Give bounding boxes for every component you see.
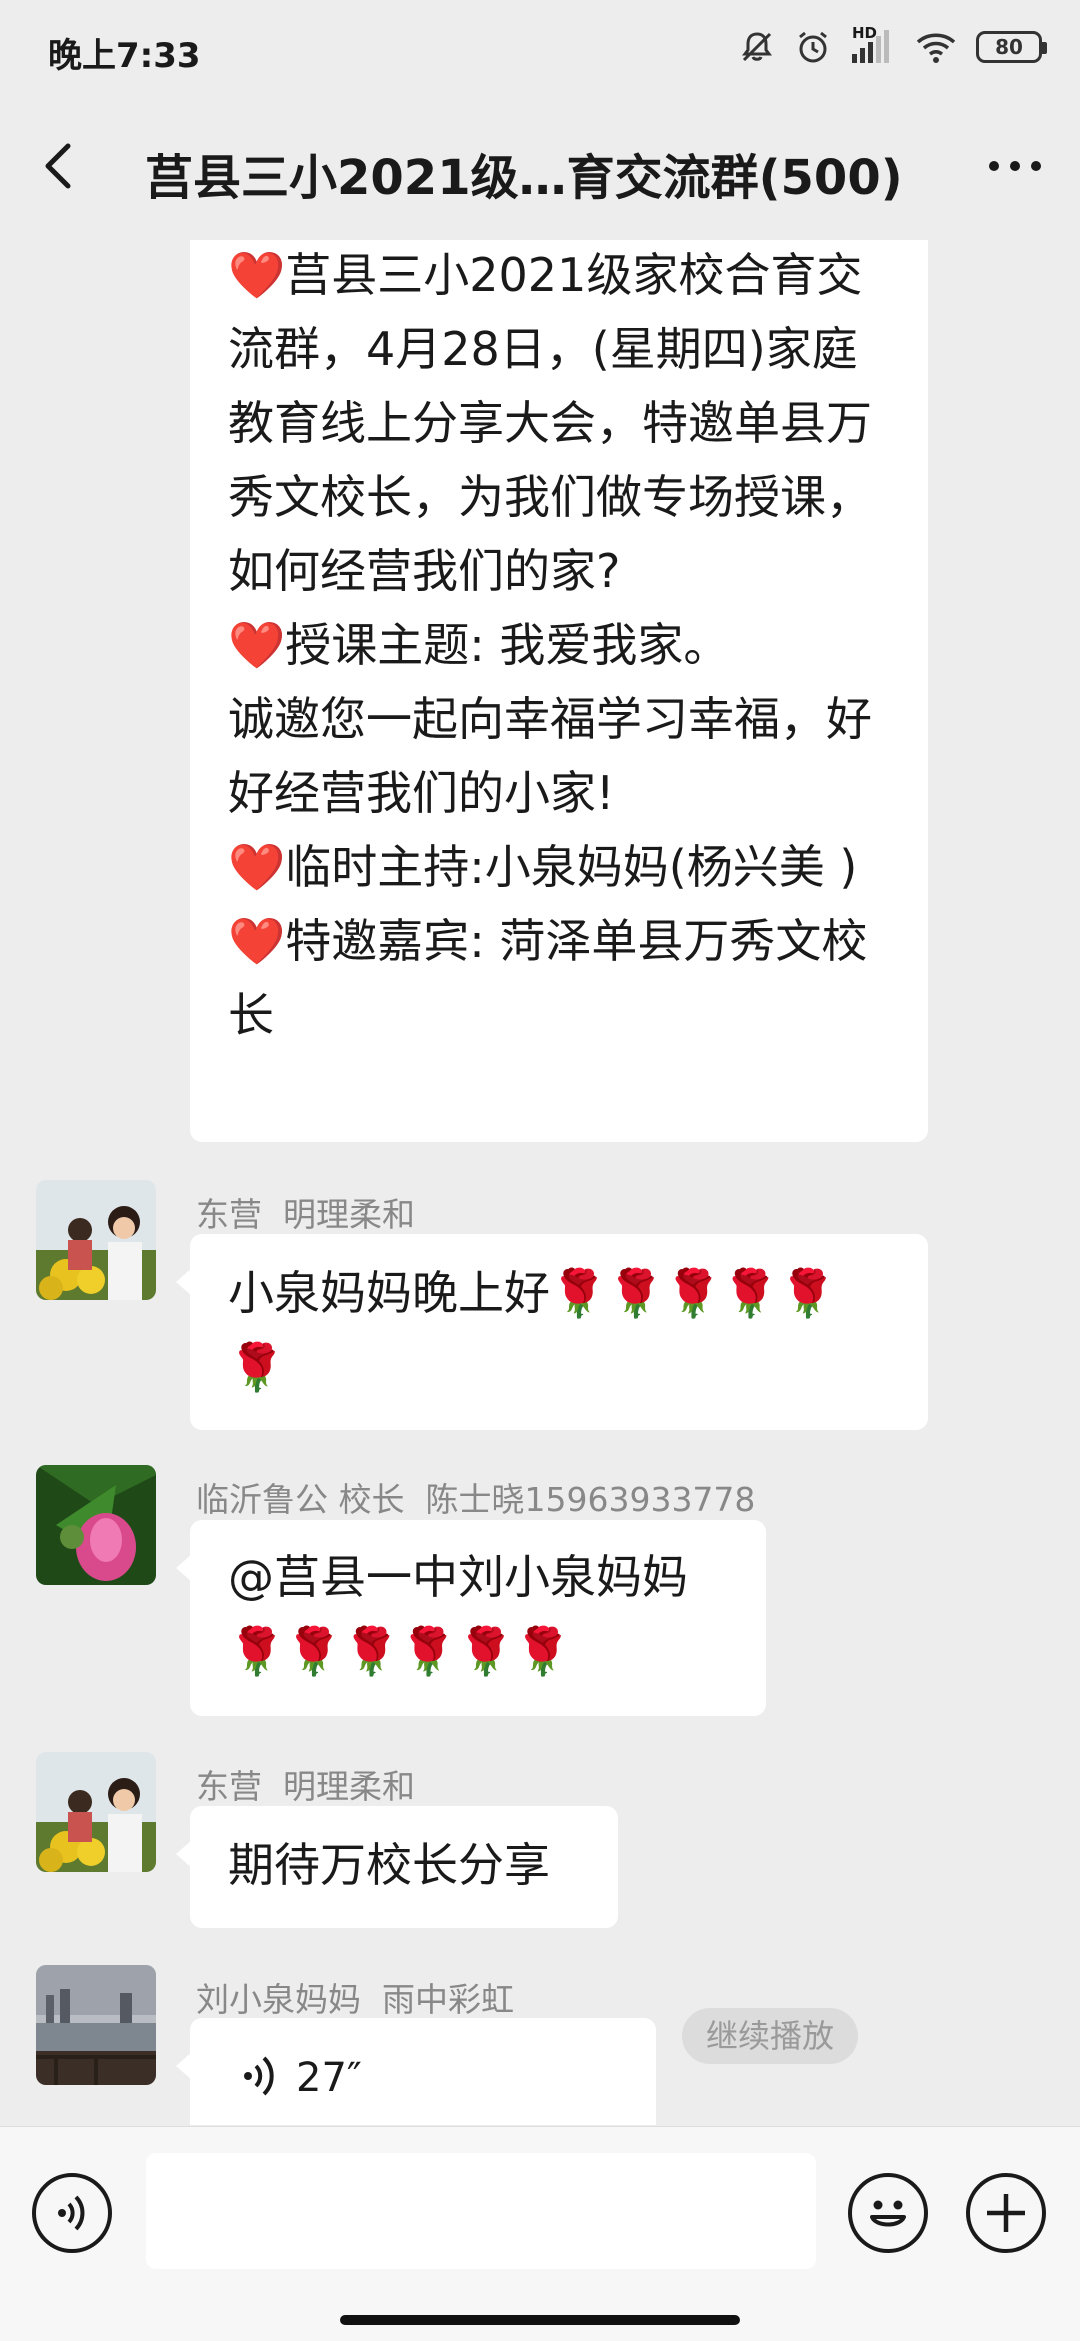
voice-message-bubble[interactable]: 27″ (176, 2018, 656, 2125)
mute-icon (738, 28, 776, 66)
message-bubble[interactable]: 小泉妈妈晚上好🌹🌹🌹🌹🌹🌹 (176, 1234, 928, 1430)
signal-icon: HD (850, 24, 896, 66)
emoji-icon[interactable] (848, 2173, 928, 2253)
message-text: 期待万校长分享 (228, 1838, 550, 1892)
continue-playback-button[interactable]: 继续播放 (682, 2008, 859, 2064)
battery-icon: 80 (976, 31, 1047, 63)
message-bubble[interactable]: 期待万校长分享 (176, 1806, 618, 1928)
plus-icon[interactable] (966, 2173, 1046, 2253)
status-time: 晚上7:33 (48, 36, 201, 76)
status-icons: HD 80 (738, 24, 1047, 66)
message-bubble-announcement[interactable]: ❤️莒县三小2021级家校合育交流群，4月28日，(星期四)家庭教育线上分享大会… (190, 240, 928, 1142)
avatar-dongying[interactable] (36, 1752, 156, 1872)
avatar-dongying[interactable] (36, 1180, 156, 1300)
sender-name: 东营 明理柔和 (196, 1195, 415, 1234)
wifi-icon (914, 28, 958, 66)
message-text: ❤️莒县三小2021级家校合育交流群，4月28日，(星期四)家庭教育线上分享大会… (228, 248, 872, 1042)
message-input[interactable] (146, 2153, 816, 2269)
chat-title: 莒县三小2021级…育交流群(500) (145, 150, 903, 206)
avatar-linyi-principal[interactable] (36, 1465, 156, 1585)
back-arrow-icon[interactable] (30, 136, 90, 196)
network-label: HD (852, 24, 878, 42)
input-bar (0, 2126, 1080, 2341)
status-bar: 晚上7:33 HD 80 (0, 0, 1080, 100)
chat-header: 莒县三小2021级…育交流群(500) (0, 100, 1080, 240)
voice-duration: 27″ (296, 2055, 362, 2101)
avatar-rainbow[interactable] (36, 1965, 156, 2085)
voice-wave-icon (242, 2054, 278, 2102)
alarm-icon (794, 28, 832, 66)
sender-name: 东营 明理柔和 (196, 1767, 415, 1806)
message-text: 小泉妈妈晚上好🌹🌹🌹🌹🌹🌹 (228, 1266, 837, 1394)
voice-input-icon[interactable] (32, 2173, 112, 2253)
message-text: @莒县一中刘小泉妈妈 🌹🌹🌹🌹🌹🌹 (228, 1550, 703, 1678)
sender-name: 临沂鲁公 校长 陈士晓15963933778 (196, 1480, 756, 1519)
message-bubble[interactable]: @莒县一中刘小泉妈妈 🌹🌹🌹🌹🌹🌹 (176, 1520, 766, 1716)
more-icon[interactable] (980, 146, 1050, 186)
home-indicator[interactable] (340, 2315, 740, 2325)
chat-message-list[interactable]: ❤️莒县三小2021级家校合育交流群，4月28日，(星期四)家庭教育线上分享大会… (0, 240, 1080, 2125)
sender-name: 刘小泉妈妈 雨中彩虹 (196, 1980, 514, 2019)
